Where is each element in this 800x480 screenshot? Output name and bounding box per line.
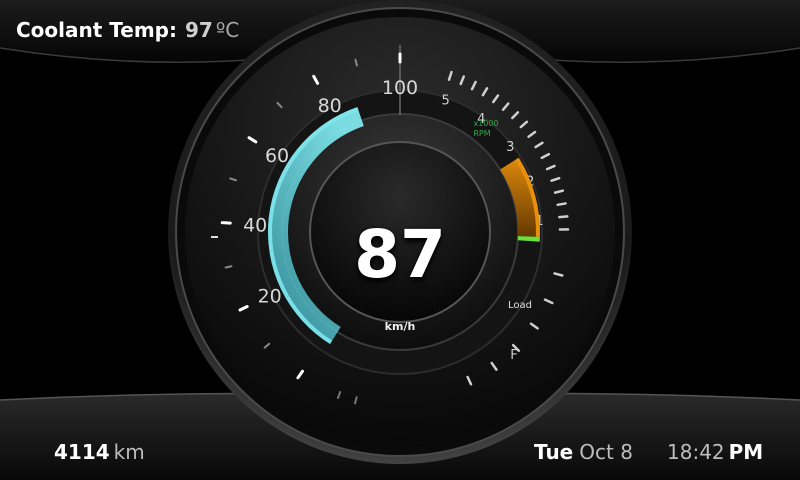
speed-tick [263,342,271,349]
speed-unit: km/h [384,320,416,333]
rpm-tick [545,164,556,171]
rpm-tick [558,215,569,219]
date-readout: Tue Oct 8 [534,440,633,464]
fuel-tick [553,272,564,277]
clock-time: 18:42 [667,440,725,464]
rpm-tick [534,141,544,149]
speed-scale-label: 20 [258,286,282,308]
rpm-tick [492,94,500,104]
coolant-temp-unit: ºC [215,18,240,42]
rpm-tick [459,75,465,86]
rpm-tick [550,176,561,182]
speed-tick [238,305,249,312]
odometer-value: 4114 [54,440,110,464]
speed-tick [247,136,258,144]
clock-ampm: PM [728,440,764,464]
date-month-day: Oct 8 [579,440,633,464]
rpm-tick [556,202,567,207]
rpm-tick [470,80,477,91]
rpm-tick [481,87,489,97]
speed-scale-label: 100 [382,77,418,99]
clock-readout: 18:42 PM [667,440,763,464]
fuel-full-label: F [510,348,517,363]
speed-value: 87 [354,216,446,293]
speed-tick [224,265,233,269]
speed-tick [353,396,358,405]
speed-tick [312,74,320,85]
rpm-unit-label: RPM [473,129,490,138]
rpm-tick [501,102,510,111]
rpm-tick [553,189,565,194]
rpm-tick [527,130,537,139]
fuel-tick [529,322,539,330]
rpm-tick [447,70,453,81]
speed-scale-label: 80 [318,95,342,117]
speed-scale-label: 40 [243,214,267,236]
speed-scale-label: 60 [265,145,289,167]
fuel-load-label: Load [508,300,532,311]
speed-tick [296,369,304,380]
fuel-tick [543,298,554,305]
coolant-temp-value: 97 [184,18,213,42]
date-day: Tue [534,440,574,464]
load-indicator [517,236,540,242]
rpm-tick [519,120,529,129]
coolant-temp-readout: Coolant Temp: 97 ºC [16,18,239,42]
odometer-unit: km [113,440,145,464]
fuel-tick [490,361,498,371]
speed-tick [354,58,358,67]
fuel-tick [466,375,473,386]
rpm-scale-label: 5 [441,94,449,109]
speed-tick [229,177,237,182]
coolant-temp-label: Coolant Temp: [16,18,177,42]
speed-tick [276,101,283,109]
odometer-readout: 4114 km [54,440,145,464]
speed-tick [336,390,342,400]
rpm-tick [511,111,520,120]
rpm-tick [540,152,551,160]
rpm-multiplier-label: x1000 [473,119,498,128]
rpm-scale-label: 3 [506,140,514,155]
